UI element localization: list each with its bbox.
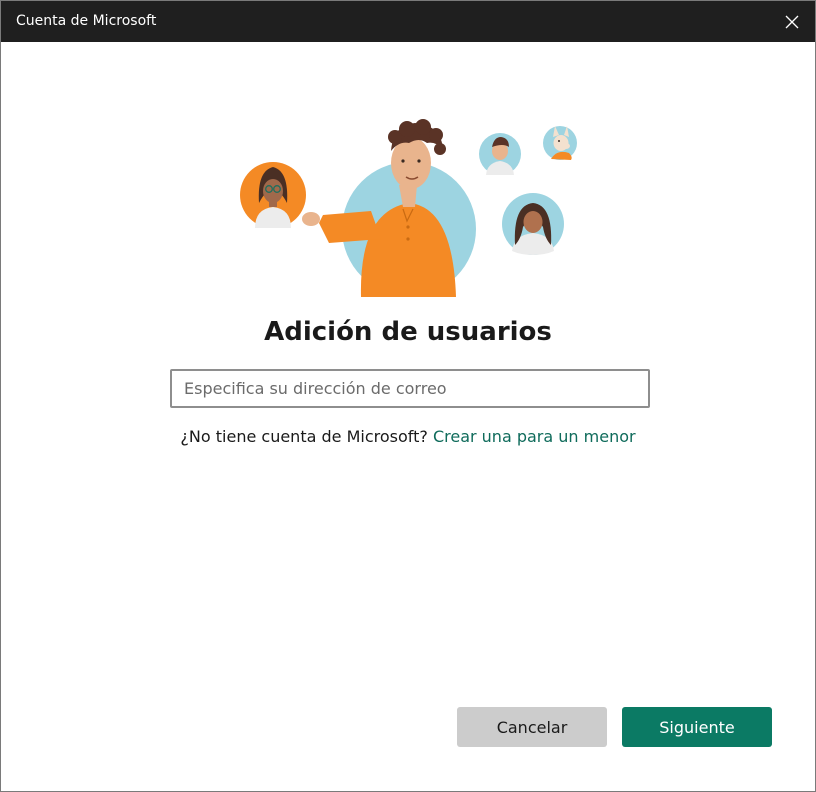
dog-avatar bbox=[543, 126, 577, 160]
page-title: Adición de usuarios bbox=[264, 317, 552, 347]
email-input[interactable] bbox=[170, 369, 650, 408]
woman-avatar bbox=[502, 193, 564, 255]
window-title: Cuenta de Microsoft bbox=[16, 13, 157, 29]
next-button[interactable]: Siguiente bbox=[622, 707, 772, 747]
dialog-window: Cuenta de Microsoft Adición de usuarios … bbox=[0, 0, 816, 792]
no-account-text: ¿No tiene cuenta de Microsoft? bbox=[180, 427, 433, 446]
cancel-button[interactable]: Cancelar bbox=[457, 707, 607, 747]
add-users-illustration bbox=[240, 119, 577, 297]
title-bar: Cuenta de Microsoft bbox=[1, 1, 815, 42]
man-avatar-small bbox=[479, 133, 521, 175]
create-child-account-link[interactable]: Crear una para un menor bbox=[433, 427, 636, 446]
close-icon bbox=[785, 15, 799, 28]
man-presenting-avatar bbox=[302, 119, 476, 297]
close-button[interactable] bbox=[769, 1, 815, 42]
woman-glasses-avatar bbox=[240, 162, 306, 228]
no-account-line: ¿No tiene cuenta de Microsoft? Crear una… bbox=[1, 427, 815, 446]
